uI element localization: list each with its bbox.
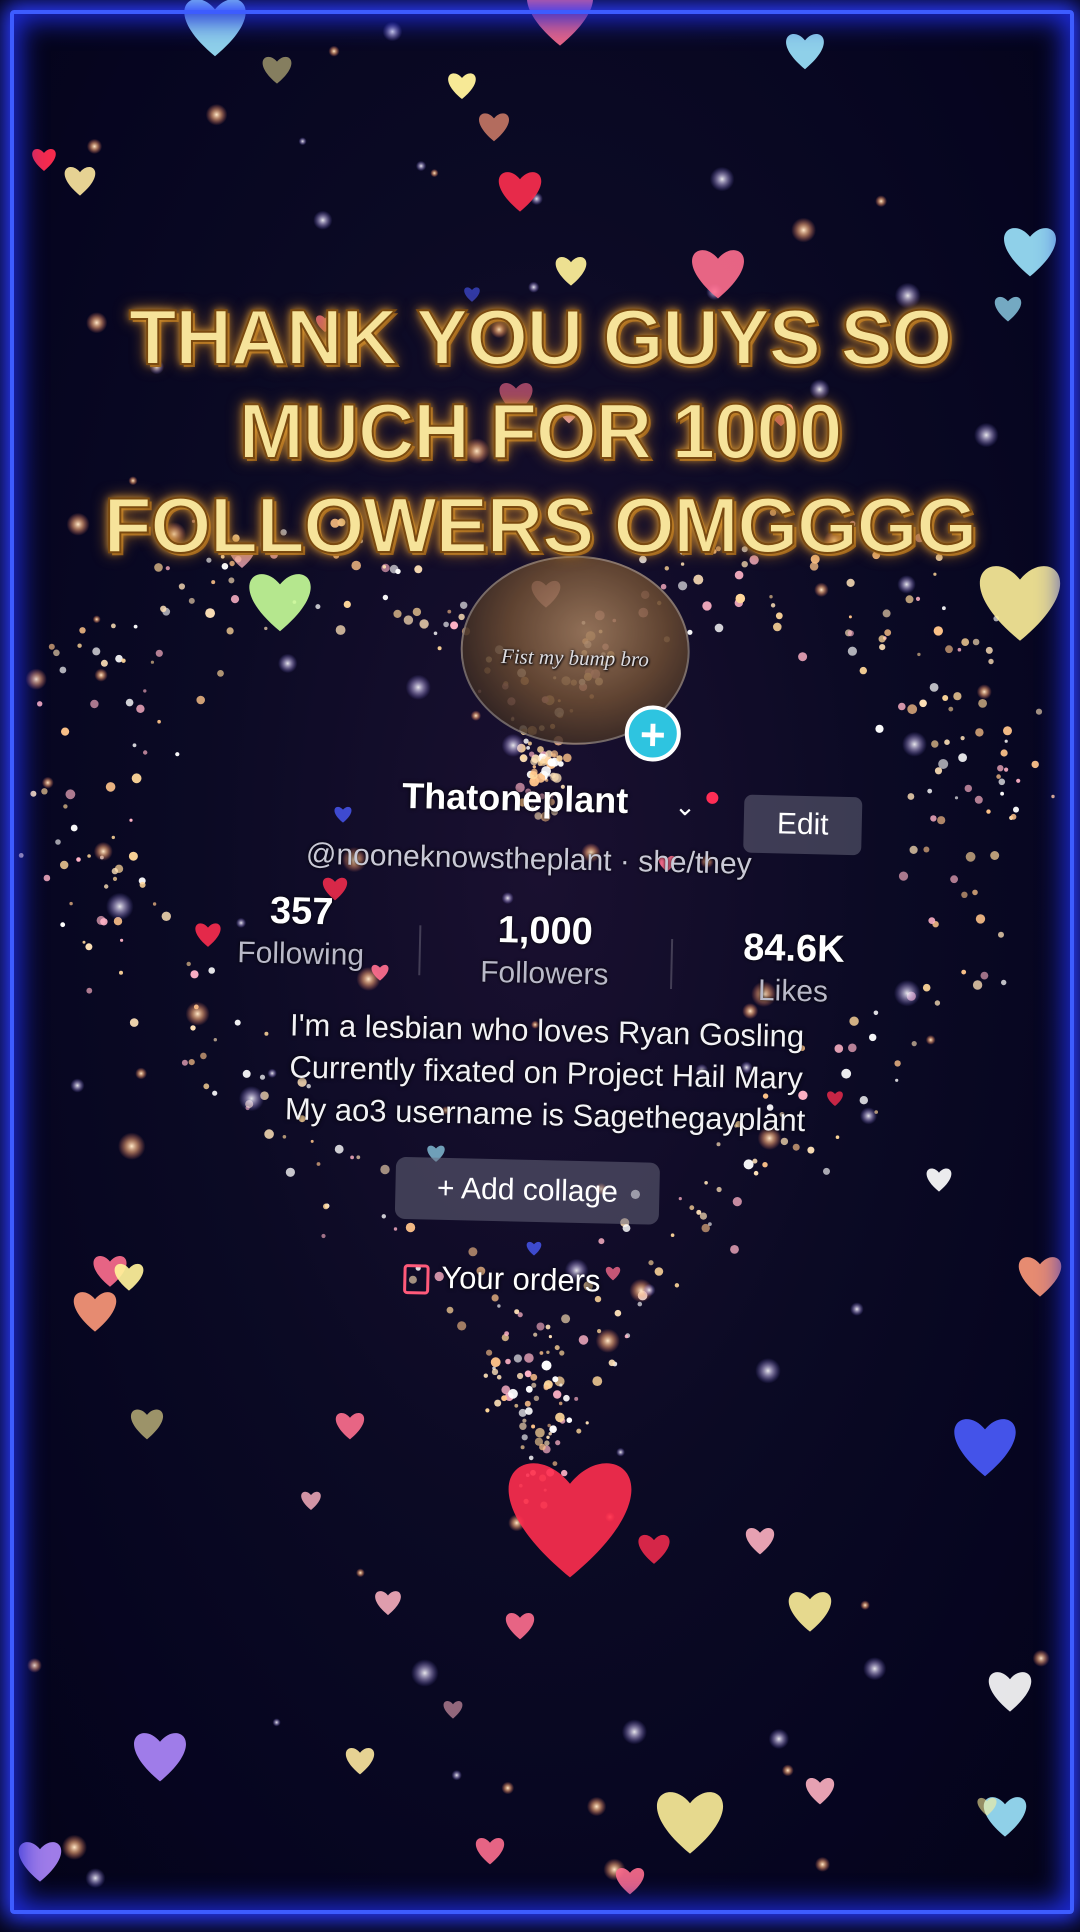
caption-line: THANK YOU GUYS SO — [128, 292, 953, 382]
stat-value: 84.6K — [742, 926, 846, 971]
add-collage-button[interactable]: + Add collage — [394, 1156, 661, 1225]
stat-followers[interactable]: 1,000 Followers — [444, 908, 646, 994]
stat-label: Followers — [479, 955, 609, 992]
notification-dot — [706, 791, 719, 805]
divider — [418, 925, 422, 976]
your-orders-link[interactable]: Your orders — [403, 1259, 601, 1299]
stat-value: 357 — [269, 889, 334, 934]
divider — [670, 938, 674, 990]
profile-handle: @nooneknowstheplant · she/they — [305, 837, 752, 881]
edit-button[interactable]: Edit — [743, 794, 863, 856]
display-name: Thatoneplant — [401, 774, 629, 821]
stat-following[interactable]: 357 Following — [200, 888, 402, 974]
orders-bag-icon — [403, 1263, 430, 1295]
avatar-caption: Fist my bump bro — [500, 644, 650, 672]
your-orders-label: Your orders — [441, 1259, 601, 1299]
profile-bio: I'm a lesbian who loves Ryan Gosling Cur… — [215, 1003, 878, 1144]
plus-icon[interactable]: + — [624, 704, 682, 763]
chevron-down-icon[interactable]: ⌄ — [674, 791, 696, 822]
stat-likes[interactable]: 84.6K Likes — [693, 926, 895, 1012]
caption-line: MUCH FOR 1000 — [238, 386, 843, 476]
stat-label: Following — [236, 936, 365, 973]
overlay-caption: THANK YOU GUYS SO MUCH FOR 1000 FOLLOWER… — [60, 290, 1020, 572]
caption-line: FOLLOWERS OMGGGG — [103, 480, 978, 570]
stat-label: Likes — [757, 973, 829, 1009]
stat-value: 1,000 — [497, 909, 594, 954]
